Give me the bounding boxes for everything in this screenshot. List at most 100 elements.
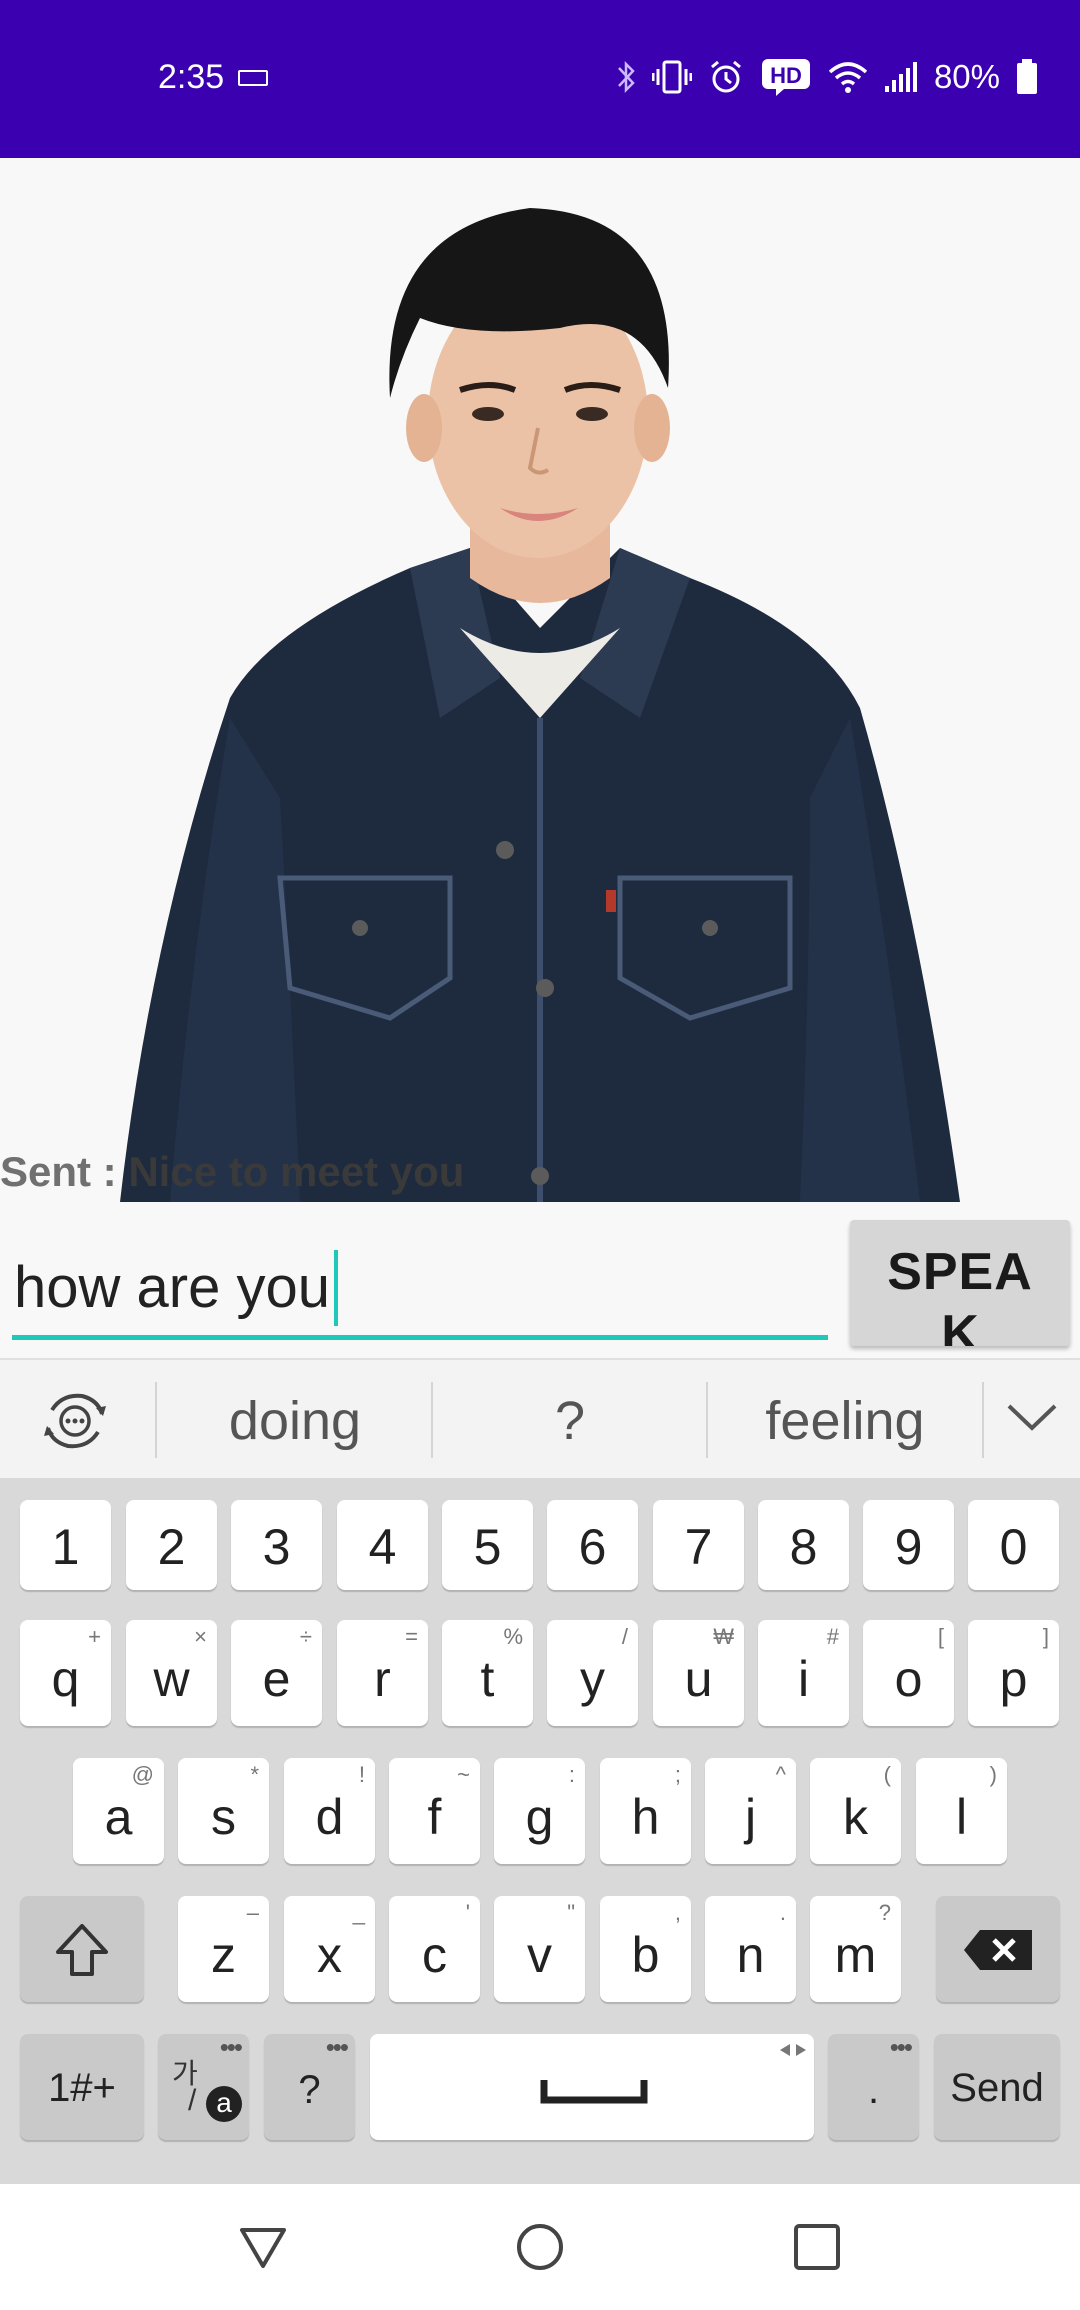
question-key[interactable]: ••• ? [264,2032,355,2140]
key-label: k [843,1789,868,1845]
suggestion-3[interactable]: feeling [710,1390,980,1452]
key-g[interactable]: :g [494,1758,585,1864]
battery-icon [1017,59,1037,94]
space-bar-icon [540,2080,648,2104]
key-label: g [525,1789,554,1845]
key-f[interactable]: ~ f [389,1758,480,1864]
key-label: m [834,1927,877,1983]
avatar-image [120,208,960,1202]
key-i[interactable]: # i [758,1620,849,1726]
key-o[interactable]: [o [863,1620,954,1726]
speak-button-label-overflow: K [941,1305,979,1346]
key-d[interactable]: ! d [284,1758,375,1864]
key-u[interactable]: ₩ u [653,1620,744,1726]
key-secondary: . [779,1900,786,1925]
key-2[interactable]: 2 [126,1500,217,1590]
key-a[interactable]: @ a [73,1758,164,1864]
key-k[interactable]: (k [810,1758,901,1864]
message-input[interactable]: how are you [12,1240,828,1340]
key-secondary: : [568,1762,575,1787]
key-label: 5 [473,1519,502,1575]
key-secondary: [ [937,1624,944,1649]
key-secondary: / [621,1624,628,1649]
more-dots-icon: ••• [889,2032,913,2062]
key-7[interactable]: 7 [653,1500,744,1590]
key-5[interactable]: 5 [442,1500,533,1590]
key-r[interactable]: = r [337,1620,428,1726]
symbols-key[interactable]: 1#+ [20,2034,144,2140]
key-6[interactable]: 6 [547,1500,638,1590]
key-t[interactable]: % t [442,1620,533,1726]
key-secondary: – [246,1900,259,1925]
key-e[interactable]: ÷ e [231,1620,322,1726]
more-dots-icon: ••• [219,2032,243,2062]
key-p[interactable]: ] p [968,1620,1059,1726]
key-label: 2 [157,1519,186,1575]
send-key[interactable]: Send [934,2034,1060,2140]
key-h[interactable]: ; h [600,1758,691,1864]
key-j[interactable]: ^ j [705,1758,796,1864]
key-v[interactable]: " v [494,1896,585,2002]
suggestion-divider [982,1382,984,1458]
shift-key[interactable] [20,1896,144,2002]
key-1[interactable]: 1 [20,1500,111,1590]
key-secondary: , [674,1900,681,1925]
key-label: t [480,1651,495,1707]
key-m[interactable]: ? m [810,1896,901,2002]
key-label: 8 [789,1519,818,1575]
key-label: b [631,1927,660,1983]
key-label: e [262,1651,291,1707]
home-icon[interactable] [516,2222,564,2272]
key-secondary: × [194,1624,207,1649]
key-s[interactable]: * s [178,1758,269,1864]
suggestion-divider [155,1382,157,1458]
period-key[interactable]: ••• . [828,2032,919,2140]
key-n[interactable]: .n [705,1896,796,2002]
input-row: how are you SPEA K [0,1204,1080,1358]
key-label: a [104,1789,133,1845]
suggestion-1[interactable]: doing [160,1390,430,1452]
key-x[interactable]: _ x [284,1896,375,2002]
key-label: l [955,1789,968,1845]
suggestion-divider [431,1382,433,1458]
avatar-view [0,158,1080,1202]
key-secondary: @ [131,1762,154,1787]
key-label: . [867,2068,880,2112]
key-label: s [211,1789,236,1845]
key-label: 3 [262,1519,291,1575]
keyboard: doing ? feeling 1 2 3 4 5 6 7 8 9 0 + q ×… [0,1358,1080,2184]
emoji-refresh-icon[interactable] [42,1390,108,1452]
bluetooth-icon [618,60,635,94]
key-secondary: _ [352,1900,365,1925]
key-w[interactable]: × w [126,1620,217,1726]
key-b[interactable]: ,b [600,1896,691,2002]
key-q[interactable]: + q [20,1620,111,1726]
key-label: d [315,1789,344,1845]
space-key[interactable] [370,2034,814,2140]
key-label: 1 [51,1519,80,1575]
key-4[interactable]: 4 [337,1500,428,1590]
key-secondary: ] [1042,1624,1049,1649]
suggestion-divider [706,1382,708,1458]
speak-button[interactable]: SPEA K [850,1220,1070,1346]
back-icon[interactable] [238,2222,288,2272]
backspace-key[interactable] [936,1896,1060,2002]
key-3[interactable]: 3 [231,1500,322,1590]
language-key[interactable]: ••• 가 / a [158,2032,249,2140]
suggestion-2[interactable]: ? [435,1390,705,1452]
key-c[interactable]: ' c [389,1896,480,2002]
key-label: z [211,1927,236,1983]
key-9[interactable]: 9 [863,1500,954,1590]
text-cursor [333,1249,338,1326]
key-y[interactable]: / y [547,1620,638,1726]
key-z[interactable]: – z [178,1896,269,2002]
key-8[interactable]: 8 [758,1500,849,1590]
chevron-down-icon[interactable] [1006,1402,1058,1432]
key-label: 7 [684,1519,713,1575]
hd-icon: HD [761,59,810,96]
wifi-icon [828,62,868,93]
key-l[interactable]: ) l [916,1758,1007,1864]
key-0[interactable]: 0 [968,1500,1059,1590]
key-label-latin: a [206,2086,242,2122]
recents-icon[interactable] [792,2222,842,2272]
